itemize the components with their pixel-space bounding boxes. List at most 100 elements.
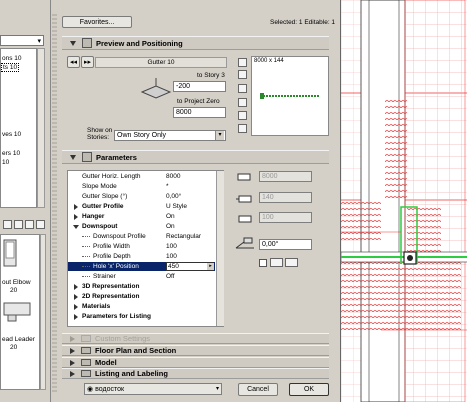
parameter-row[interactable]: Gutter Horiz. Length 8000 xyxy=(68,172,215,181)
parameter-value[interactable]: Off xyxy=(166,273,175,280)
parameter-row[interactable]: Slope Mode * xyxy=(68,182,215,191)
mirror-checkbox[interactable] xyxy=(259,259,267,267)
elbow-thumbnail[interactable] xyxy=(3,239,17,269)
parameter-label: Downspout Profile xyxy=(93,233,146,240)
parameter-value[interactable]: U Style xyxy=(166,203,187,210)
height-field[interactable]: 100 xyxy=(259,212,312,223)
parameter-row[interactable]: Parameters for Listing xyxy=(68,312,215,321)
panel-listing-labeling[interactable]: Listing and Labeling xyxy=(62,368,329,379)
ok-button[interactable]: OK xyxy=(289,383,329,396)
expand-triangle-icon xyxy=(70,335,75,342)
view-list-icon[interactable] xyxy=(238,111,247,120)
expand-triangle-icon xyxy=(70,359,75,366)
view-elevation-icon[interactable] xyxy=(238,98,247,107)
parameter-row[interactable]: Downspout On xyxy=(68,222,215,231)
to-story-field[interactable]: -200 xyxy=(173,81,226,92)
thumb-label: ead Leader xyxy=(2,336,35,343)
mirror-icon[interactable] xyxy=(270,258,283,267)
parameter-row[interactable]: Profile Depth 100 xyxy=(68,252,215,261)
expand-triangle-icon[interactable] xyxy=(74,203,78,210)
height-icon xyxy=(238,215,252,223)
detail-view-icon[interactable] xyxy=(25,220,34,229)
palette-scrollbar[interactable] xyxy=(37,48,45,208)
dialog-grip[interactable] xyxy=(52,14,57,392)
previous-object-button[interactable]: ◂◂ xyxy=(67,56,80,68)
panel-title: Model xyxy=(95,358,117,367)
panel-title: Listing and Labeling xyxy=(95,369,168,378)
parameter-row[interactable]: Downspout Profile Rectangular xyxy=(68,232,215,241)
width-field[interactable]: 140 xyxy=(259,192,312,203)
panel-floor-plan[interactable]: Floor Plan and Section xyxy=(62,345,329,356)
view-2d-icon[interactable] xyxy=(238,58,247,67)
expand-triangle-icon[interactable] xyxy=(74,303,78,310)
parameter-value[interactable]: 100 xyxy=(166,243,177,250)
expand-triangle-icon[interactable] xyxy=(74,283,78,290)
expand-triangle-icon xyxy=(70,370,75,377)
parameter-value[interactable]: On xyxy=(166,223,175,230)
parameter-row[interactable]: Gutter Slope (°) 0,00° xyxy=(68,192,215,201)
length-field[interactable]: 8000 xyxy=(259,171,312,182)
expand-triangle-icon[interactable] xyxy=(74,213,78,220)
show-on-stories-select[interactable]: Own Story Only ▾ xyxy=(114,130,226,141)
next-object-button[interactable]: ▸▸ xyxy=(81,56,94,68)
parameter-row[interactable]: Gutter Profile U Style xyxy=(68,202,215,211)
leader-thumbnail[interactable] xyxy=(3,299,33,323)
thumb-label: 20 xyxy=(10,287,18,294)
mirror-flip-icon[interactable] xyxy=(285,258,298,267)
list-item[interactable]: ers 10 xyxy=(2,150,20,157)
expand-triangle-icon[interactable] xyxy=(74,293,78,300)
view-section-icon[interactable] xyxy=(238,70,247,79)
panel-parameters-header[interactable]: Parameters xyxy=(62,150,329,164)
parameter-list: Gutter Horiz. Length 8000 Slope Mode * Gutte… xyxy=(67,170,224,327)
thumb-scrollbar[interactable] xyxy=(40,234,46,390)
plan-view[interactable] xyxy=(340,0,467,402)
view-3d-icon[interactable] xyxy=(238,84,247,93)
plan-drawing xyxy=(341,0,467,402)
angle-field[interactable]: 0,00° xyxy=(259,239,312,250)
grid-view-icon[interactable] xyxy=(3,220,12,229)
parameter-label: Gutter Slope (°) xyxy=(82,193,128,200)
parameter-row[interactable]: 3D Representation xyxy=(68,282,215,291)
parameter-label: Hole 'x' Position xyxy=(93,263,139,270)
parameter-value[interactable]: 8000 xyxy=(166,173,180,180)
favorites-button[interactable]: Favorites... xyxy=(62,16,132,28)
list-item[interactable]: ves 10 xyxy=(2,131,21,138)
cancel-button[interactable]: Cancel xyxy=(238,383,278,396)
elevation-icon xyxy=(140,78,172,99)
parameter-label: Slope Mode xyxy=(82,183,117,190)
parameter-row[interactable]: Strainer Off xyxy=(68,272,215,281)
collapse-triangle-icon xyxy=(70,154,76,160)
parameter-row[interactable]: Hole 'x' Position 450 ▸ xyxy=(68,262,215,271)
parameter-label: Gutter Horiz. Length xyxy=(82,173,141,180)
list-item-selected[interactable]: ts 10 xyxy=(0,63,20,72)
collapse-triangle-icon[interactable] xyxy=(73,225,79,229)
view-settings-icon[interactable] xyxy=(238,124,247,133)
collapse-triangle-icon xyxy=(70,40,76,46)
palette-dropdown[interactable]: ▾ xyxy=(0,35,44,46)
parameter-value[interactable]: 0,00° xyxy=(166,193,181,200)
panel-title: Custom Settings xyxy=(95,334,151,343)
parameter-value[interactable]: 100 xyxy=(166,253,177,260)
list-item[interactable]: ons 10 xyxy=(2,55,22,62)
panel-model[interactable]: Model xyxy=(62,357,329,368)
parameter-value[interactable]: Rectangular xyxy=(166,233,201,240)
chevron-down-icon: ▾ xyxy=(215,131,224,140)
parameter-row[interactable]: Profile Width 100 xyxy=(68,242,215,251)
parameter-rows: Gutter Horiz. Length 8000 Slope Mode * Gutte… xyxy=(68,172,215,322)
panel-custom-settings[interactable]: Custom Settings xyxy=(62,333,329,344)
parameter-row[interactable]: Hanger On xyxy=(68,212,215,221)
parameter-scrollbar[interactable] xyxy=(216,171,224,326)
panel-preview-header[interactable]: Preview and Positioning xyxy=(62,36,329,50)
listing-icon xyxy=(81,370,91,377)
value-dropdown-icon[interactable]: ▸ xyxy=(207,263,214,270)
list-view-icon[interactable] xyxy=(14,220,23,229)
parameter-value[interactable]: On xyxy=(166,213,175,220)
parameter-row[interactable]: Materials xyxy=(68,302,215,311)
parameter-value[interactable]: * xyxy=(166,183,169,190)
expand-triangle-icon[interactable] xyxy=(74,313,78,320)
table-view-icon[interactable] xyxy=(36,220,45,229)
parameter-row[interactable]: 2D Representation xyxy=(68,292,215,301)
list-item[interactable]: 10 xyxy=(2,159,9,166)
to-project-zero-field[interactable]: 8000 xyxy=(173,107,226,118)
object-name-dropdown[interactable]: ◉ водосток ▾ xyxy=(84,383,222,395)
